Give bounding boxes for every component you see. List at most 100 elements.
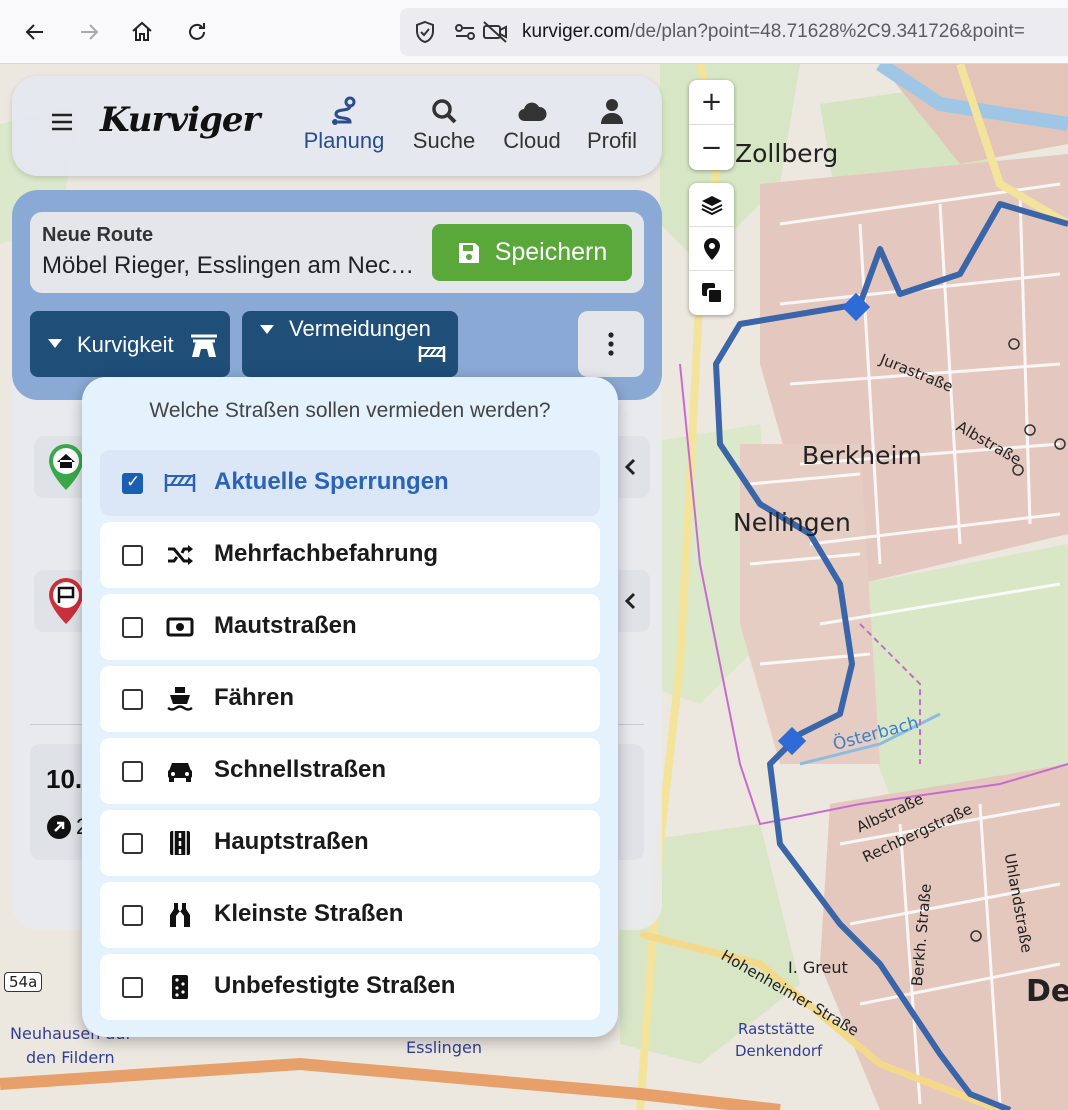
save-button[interactable]: Speichern — [432, 224, 632, 281]
kurviger-logo[interactable]: Kurviger — [100, 100, 260, 140]
nav-cloud[interactable]: Cloud — [487, 94, 577, 154]
chevron-left-icon[interactable] — [624, 592, 636, 610]
checkbox[interactable] — [122, 905, 143, 926]
browser-toolbar: kurviger.com/de/plan?point=48.71628%2C9.… — [0, 0, 1068, 64]
curviness-dropdown[interactable]: Kurvigkeit — [30, 311, 230, 377]
option-label: Mehrfachbefahrung — [214, 540, 439, 567]
url-host: kurviger.com — [522, 21, 630, 42]
route-header: Neue Route Möbel Rieger, Esslingen am Ne… — [12, 190, 662, 400]
app-header: Kurviger Planung Suche Cloud Profil — [12, 76, 662, 176]
route-label: Neue Route — [42, 224, 154, 246]
map-label-greut: I. Greut — [788, 958, 848, 977]
address-bar[interactable]: kurviger.com/de/plan?point=48.71628%2C9.… — [400, 8, 1068, 56]
road-barrier-icon — [164, 467, 196, 499]
finish-flag-marker-icon — [49, 578, 83, 624]
overlay-button[interactable] — [689, 271, 734, 315]
checkbox[interactable] — [122, 545, 143, 566]
arrow-right-icon — [81, 24, 99, 40]
nav-profil-label: Profil — [586, 128, 638, 153]
nav-planung-label: Planung — [303, 128, 385, 153]
zoom-in-button[interactable]: + — [689, 80, 734, 125]
layers-button[interactable] — [689, 183, 734, 227]
url-path: /de/plan?point=48.71628%2C9.341726&point… — [629, 21, 1025, 42]
save-label: Speichern — [494, 238, 608, 266]
back-button[interactable] — [17, 14, 53, 50]
cloud-icon — [518, 102, 547, 122]
avoid-option-main-roads[interactable]: Hauptstraßen — [100, 810, 600, 876]
nav-profil[interactable]: Profil — [567, 94, 657, 154]
home-button[interactable] — [124, 14, 160, 50]
zoom-controls: + − — [689, 80, 734, 170]
ferry-icon — [164, 683, 196, 715]
nav-suche-label: Suche — [412, 128, 476, 153]
more-options-button[interactable] — [578, 311, 644, 377]
checkbox[interactable] — [122, 761, 143, 782]
option-label: Kleinste Straßen — [214, 900, 404, 927]
avoidances-label: Vermeidungen — [289, 316, 431, 341]
road-icon — [191, 334, 217, 357]
checkbox[interactable] — [122, 833, 143, 854]
option-label: Mautstraßen — [214, 612, 357, 639]
map-tool-controls — [689, 183, 734, 315]
road-barrier-icon — [418, 346, 446, 362]
route-title-box[interactable]: Neue Route Möbel Rieger, Esslingen am Ne… — [30, 212, 644, 293]
map-label-raststaette: Raststätte — [738, 1020, 815, 1038]
map-label-road-54a: 54a — [4, 972, 43, 992]
location-button[interactable] — [689, 227, 734, 271]
arrow-left-icon — [25, 24, 43, 40]
nav-planung[interactable]: Planung — [299, 94, 389, 154]
map-label-denkendorf: Denkendorf — [735, 1042, 823, 1060]
option-label: Unbefestigte Straßen — [214, 972, 456, 999]
checkbox[interactable] — [122, 977, 143, 998]
shuffle-icon — [164, 539, 196, 571]
avoid-option-closures[interactable]: Aktuelle Sperrungen — [100, 450, 600, 516]
reload-button[interactable] — [179, 14, 215, 50]
avoid-option-unpaved[interactable]: Unbefestigte Straßen — [100, 954, 600, 1020]
checkbox[interactable] — [122, 472, 143, 494]
route-distance: 10. — [46, 764, 83, 794]
avoid-option-highways[interactable]: Schnellstraßen — [100, 738, 600, 804]
forward-button[interactable] — [71, 14, 107, 50]
ellipsis-vertical-icon — [608, 332, 614, 356]
shield-icon — [416, 20, 434, 44]
main-road-icon — [164, 827, 196, 859]
route-icon — [332, 96, 356, 125]
avoid-option-toll[interactable]: Mautstraßen — [100, 594, 600, 660]
curviness-label: Kurvigkeit — [77, 332, 174, 357]
avoidances-menu-title: Welche Straßen sollen vermieden werden? — [149, 399, 551, 422]
avoid-option-ferries[interactable]: Fähren — [100, 666, 600, 732]
map-label-nellingen: Nellingen — [733, 508, 851, 537]
caret-down-icon — [48, 339, 62, 348]
url-text: kurviger.com/de/plan?point=48.71628%2C9.… — [522, 21, 1025, 43]
hamburger-icon — [52, 113, 72, 131]
checkbox[interactable] — [122, 617, 143, 638]
home-marker-icon — [49, 444, 83, 490]
car-icon — [164, 755, 196, 787]
clone-icon — [701, 283, 723, 304]
chevron-left-icon[interactable] — [624, 458, 636, 476]
map-pin-icon — [703, 237, 720, 260]
avoid-option-smallest-roads[interactable]: Kleinste Straßen — [100, 882, 600, 948]
permissions-icon[interactable] — [454, 22, 476, 42]
avoidances-dropdown[interactable]: Vermeidungen — [242, 311, 458, 377]
option-label: Aktuelle Sperrungen — [214, 468, 449, 495]
map-label-den-fildern: den Fildern — [26, 1048, 115, 1067]
money-bill-icon — [164, 611, 196, 643]
avoid-option-repeated[interactable]: Mehrfachbefahrung — [100, 522, 600, 588]
user-icon — [601, 99, 623, 124]
nav-suche[interactable]: Suche — [399, 94, 489, 154]
dice-icon — [164, 971, 196, 1003]
caret-down-icon — [260, 325, 274, 334]
option-label: Hauptstraßen — [214, 828, 369, 855]
option-label: Schnellstraßen — [214, 756, 387, 783]
menu-button[interactable] — [50, 112, 74, 136]
zoom-out-button[interactable]: − — [689, 125, 734, 170]
layers-icon — [701, 195, 722, 215]
checkbox[interactable] — [122, 689, 143, 710]
camera-off-icon[interactable] — [482, 20, 508, 44]
avoidances-menu: Welche Straßen sollen vermieden werden? … — [82, 377, 618, 1037]
map-label-esslingen: Esslingen — [406, 1038, 482, 1057]
narrow-road-icon — [164, 899, 196, 931]
reload-icon — [189, 23, 205, 40]
floppy-disk-icon — [458, 242, 479, 263]
